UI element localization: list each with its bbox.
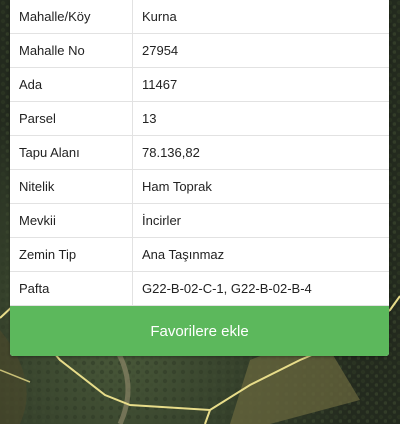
row-label: Nitelik	[10, 170, 133, 203]
info-row-pafta: Pafta G22-B-02-C-1, G22-B-02-B-4	[10, 272, 389, 306]
row-label: Mahalle/Köy	[10, 0, 133, 33]
add-to-favorites-button[interactable]: Favorilere ekle	[10, 306, 389, 356]
row-label: Mevkii	[10, 204, 133, 237]
row-value: İncirler	[142, 213, 182, 228]
info-row-tapu-alani: Tapu Alanı 78.136,82	[10, 136, 389, 170]
row-label: Pafta	[10, 272, 133, 305]
info-row-zemin-tip: Zemin Tip Ana Taşınmaz	[10, 238, 389, 272]
info-row-nitelik: Nitelik Ham Toprak	[10, 170, 389, 204]
row-value: G22-B-02-C-1, G22-B-02-B-4	[142, 281, 312, 296]
row-label: Tapu Alanı	[10, 136, 133, 169]
row-value: Ana Taşınmaz	[142, 247, 225, 262]
row-value: Kurna	[142, 9, 177, 24]
row-value: 11467	[142, 77, 178, 92]
row-label: Mahalle No	[10, 34, 133, 67]
row-value: Ham Toprak	[142, 179, 212, 194]
row-value: 13	[142, 111, 157, 126]
row-value: 27954	[142, 43, 179, 58]
info-row-mahalle-no: Mahalle No 27954	[10, 34, 389, 68]
info-row-ada: Ada 11467	[10, 68, 389, 102]
row-label: Parsel	[10, 102, 133, 135]
row-label: Zemin Tip	[10, 238, 133, 271]
info-row-mahalle: Mahalle/Köy Kurna	[10, 0, 389, 34]
info-row-parsel: Parsel 13	[10, 102, 389, 136]
row-value: 78.136,82	[142, 145, 200, 160]
info-row-mevkii: Mevkii İncirler	[10, 204, 389, 238]
parcel-info-card: Mahalle/Köy Kurna Mahalle No 27954 Ada 1…	[10, 0, 389, 356]
row-label: Ada	[10, 68, 133, 101]
